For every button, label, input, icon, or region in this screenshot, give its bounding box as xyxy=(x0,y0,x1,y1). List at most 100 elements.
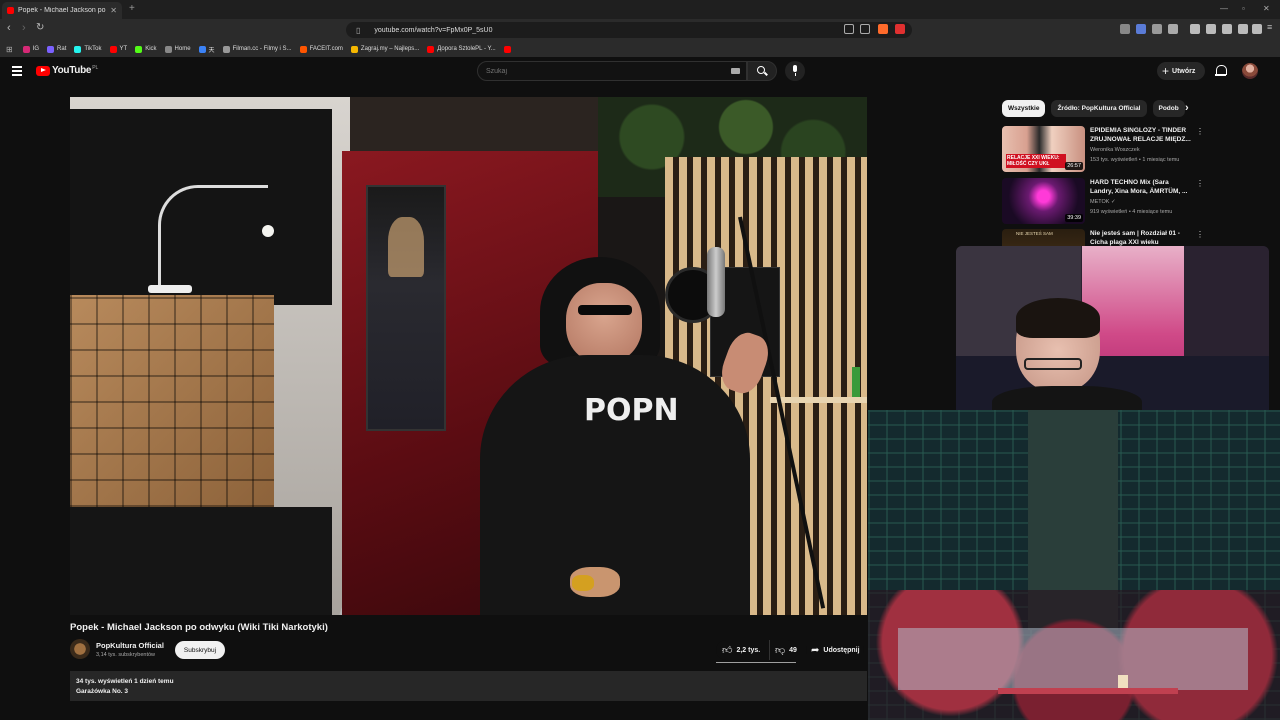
create-label: Utwórz xyxy=(1172,67,1196,75)
new-tab-button[interactable]: + xyxy=(129,3,135,14)
like-button[interactable]: 👍︎ 2,2 tys. xyxy=(716,640,770,660)
acoustic-panel-lower xyxy=(70,507,332,615)
bookmark-filman[interactable]: Filman.cc - Filmy i S... xyxy=(222,45,292,53)
account-avatar[interactable] xyxy=(1242,63,1258,79)
menu-icon[interactable]: ≡ xyxy=(1267,22,1272,32)
back-icon[interactable]: ‹ xyxy=(7,22,11,34)
search-icon xyxy=(757,66,765,74)
bookmark-tiktok[interactable]: TikTok xyxy=(74,45,102,53)
channel-name[interactable]: PopKultura Official xyxy=(96,641,164,650)
maximize-icon[interactable]: ▫ xyxy=(1242,4,1245,13)
share-page-icon[interactable] xyxy=(860,24,870,34)
more-options-icon[interactable]: ⋮ xyxy=(1196,179,1204,188)
bookmark-icon[interactable]: ▯ xyxy=(356,26,360,35)
bookmark-rat[interactable]: Rat xyxy=(47,45,66,53)
search-input[interactable] xyxy=(486,67,726,75)
player-character xyxy=(1118,675,1128,689)
video-title: Popek - Michael Jackson po odwyku (Wiki … xyxy=(70,622,328,633)
thumbs-down-icon: 👎︎ xyxy=(775,645,786,656)
youtube-bookmark-icon xyxy=(503,45,511,53)
video-player[interactable]: POPN xyxy=(70,97,867,615)
reload-icon[interactable]: ↻ xyxy=(36,22,44,33)
ig-icon xyxy=(22,45,30,53)
bookmark-sztole[interactable]: Дорога SztolePL - Y... xyxy=(427,45,496,53)
bookmark-zagraj[interactable]: Zagraj.my – Najleps... xyxy=(350,45,419,53)
music-icon[interactable] xyxy=(1190,24,1200,34)
recommendation-meta: 153 tys. wyświetleń • 1 miesiąc temu xyxy=(1090,157,1180,163)
bookmark-tian[interactable]: 天 xyxy=(198,45,215,54)
sunglasses xyxy=(578,305,632,315)
address-bar[interactable]: ▯ youtube.com/watch?v=FpMx0P_5sU0 xyxy=(346,22,912,38)
screen-icon[interactable] xyxy=(844,24,854,34)
download-icon[interactable] xyxy=(1168,24,1178,34)
brave-shield-icon[interactable] xyxy=(878,24,888,34)
bookmark-yt[interactable]: YT xyxy=(109,45,127,53)
apps-grid-icon[interactable]: ⊞ xyxy=(6,45,13,54)
recommendation-item[interactable]: RELACJE XXI WIEKU: MIŁOŚĆ CZY UKŁ 26:57 … xyxy=(1002,126,1204,172)
bookmark-kick[interactable]: Kick xyxy=(135,45,157,53)
sidebar-icon[interactable] xyxy=(1206,24,1216,34)
chip-source[interactable]: Źródło: PopKultura Official xyxy=(1051,100,1147,117)
bookmark-youtube-extra[interactable] xyxy=(503,45,514,53)
notifications-bell-icon[interactable] xyxy=(1215,65,1227,77)
channel-avatar[interactable] xyxy=(70,639,90,659)
shelf xyxy=(770,397,867,403)
browser-tab-active[interactable]: Popek - Michael Jackson po o ✕ xyxy=(2,2,122,19)
close-window-icon[interactable]: ✕ xyxy=(1263,4,1270,13)
recommendation-title: Nie jesteś sam | Rozdział 01 - Cicha pla… xyxy=(1090,230,1180,246)
recommendation-thumbnail[interactable]: RELACJE XXI WIEKU: MIŁOŚĆ CZY UKŁ 26:57 xyxy=(1002,126,1085,172)
zagraj-icon xyxy=(350,45,358,53)
youtube-play-icon xyxy=(36,65,50,76)
hamburger-menu-icon[interactable] xyxy=(12,66,22,76)
more-options-icon[interactable]: ⋮ xyxy=(1196,230,1204,239)
recommendation-thumbnail[interactable]: 39:39 xyxy=(1002,178,1085,224)
youtube-logo[interactable]: YouTube PL xyxy=(36,65,98,76)
bookmark-ig[interactable]: IG xyxy=(22,45,39,53)
vpn-icon[interactable] xyxy=(1120,24,1130,34)
recommendation-channel: Weronika Woszczek xyxy=(1090,147,1140,153)
streamer-hair xyxy=(1016,298,1100,338)
chip-similar[interactable]: Podob xyxy=(1152,100,1185,117)
like-count: 2,2 tys. xyxy=(736,646,761,654)
forward-icon[interactable]: › xyxy=(22,22,26,34)
create-button[interactable]: + Utwórz xyxy=(1157,62,1205,80)
lamp-arm xyxy=(158,185,268,285)
vpn-shield-icon[interactable] xyxy=(1252,24,1262,34)
leo-icon[interactable] xyxy=(1238,24,1248,34)
recommendation-item[interactable]: 39:39 HARD TECHNO Mix (Sara Landry, Xina… xyxy=(1002,178,1204,224)
extension-icon[interactable] xyxy=(1136,24,1146,34)
voice-search-mic-icon[interactable] xyxy=(785,61,805,81)
share-button[interactable]: ➦ Udostępnij xyxy=(806,640,864,660)
dislike-count: 49 xyxy=(789,646,797,654)
youtube-favicon-icon xyxy=(7,7,14,14)
puzzle-icon[interactable] xyxy=(1152,24,1162,34)
thumbnail-caption: RELACJE XXI WIEKU: MIŁOŚĆ CZY UKŁ xyxy=(1006,154,1066,168)
subscriber-count: 3,14 tys. subskrybentów xyxy=(96,652,156,658)
bookmark-home[interactable]: Home xyxy=(164,45,191,53)
minimize-icon[interactable]: — xyxy=(1220,4,1228,13)
search-button[interactable] xyxy=(747,61,777,81)
wallet-icon[interactable] xyxy=(1222,24,1232,34)
kick-icon xyxy=(135,45,143,53)
description-box[interactable]: 34 tys. wyświetleń 1 dzień temu Garażówk… xyxy=(70,671,867,701)
more-options-icon[interactable]: ⋮ xyxy=(1196,127,1204,136)
chevron-right-icon[interactable]: › xyxy=(1185,102,1189,114)
recommendation-title: HARD TECHNO Mix (Sara Landry, Xina Mora,… xyxy=(1090,179,1188,195)
share-label: Udostępnij xyxy=(823,646,860,654)
views-and-date: 34 tys. wyświetleń 1 dzień temu xyxy=(76,678,174,685)
close-tab-icon[interactable]: ✕ xyxy=(110,6,117,15)
keyboard-icon[interactable] xyxy=(731,68,740,74)
chip-all[interactable]: Wszystkie xyxy=(1002,100,1046,117)
like-dislike-group: 👍︎ 2,2 tys. 👎︎ 49 xyxy=(716,640,798,660)
recommendation-channel: METOK ✓ xyxy=(1090,199,1116,205)
can xyxy=(852,367,860,397)
video-duration: 39:39 xyxy=(1065,214,1083,222)
subscribe-button[interactable]: Subskrybuj xyxy=(175,641,225,659)
search-box[interactable] xyxy=(477,61,747,81)
recommendation-meta: 919 wyświetleń • 4 miesiące temu xyxy=(1090,209,1173,215)
dislike-button[interactable]: 👎︎ 49 xyxy=(770,644,797,656)
bookmark-faceit[interactable]: FACEIT.com xyxy=(299,45,343,53)
rewards-icon[interactable] xyxy=(895,24,905,34)
filman-icon xyxy=(222,45,230,53)
microphone xyxy=(707,247,725,317)
